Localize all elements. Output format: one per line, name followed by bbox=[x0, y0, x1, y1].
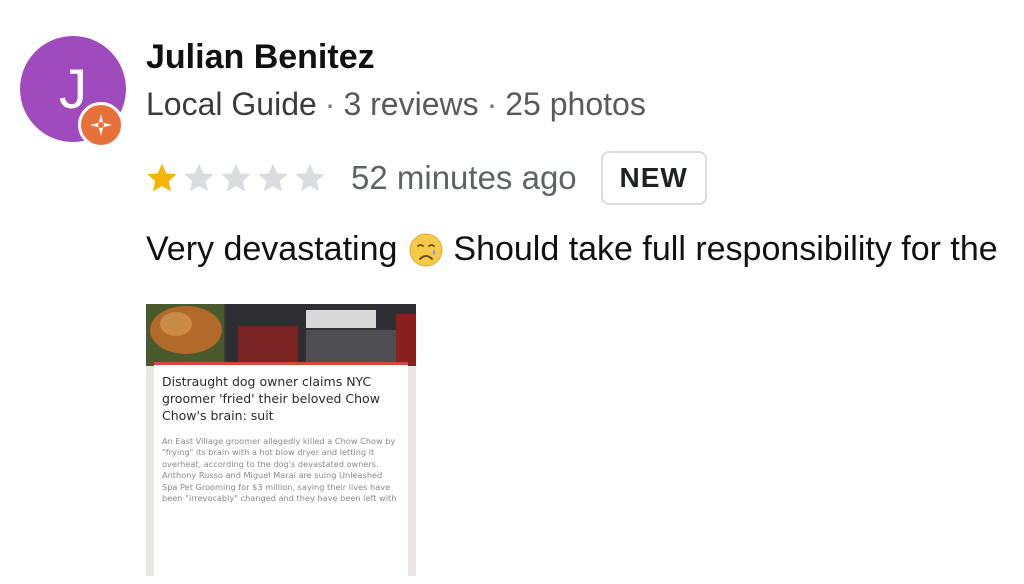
star-empty-icon bbox=[258, 163, 288, 192]
photo-scene-image bbox=[146, 304, 416, 366]
reviewer-meta: Local Guide · 3 reviews · 25 photos bbox=[146, 86, 646, 123]
review-count: 3 reviews bbox=[343, 86, 479, 122]
review-card: J Julian Benitez Local Guide · 3 reviews · 2… bbox=[0, 0, 1024, 584]
crying-face-icon bbox=[409, 233, 443, 266]
review-text: Very devastating Should take full respon… bbox=[146, 230, 998, 269]
new-badge: NEW bbox=[600, 151, 707, 205]
star-burst-icon bbox=[90, 114, 112, 136]
review-photo[interactable]: Distraught dog owner claims NYC groomer … bbox=[146, 304, 416, 576]
review-text-part-2: Should take full responsibility for the bbox=[453, 230, 998, 268]
article-headline: Distraught dog owner claims NYC groomer … bbox=[162, 374, 380, 423]
review-timestamp: 52 minutes ago bbox=[351, 159, 577, 196]
photo-count: 25 photos bbox=[505, 86, 646, 122]
meta-separator: · bbox=[324, 86, 336, 122]
star-empty-icon bbox=[184, 163, 214, 192]
rating-row: 52 minutes ago NEW bbox=[144, 150, 707, 206]
local-guide-label: Local Guide bbox=[146, 86, 317, 122]
star-empty-icon bbox=[221, 163, 251, 192]
star-rating bbox=[144, 160, 329, 196]
reviewer-name[interactable]: Julian Benitez bbox=[146, 38, 375, 77]
meta-separator: · bbox=[486, 86, 498, 122]
review-text-part-1: Very devastating bbox=[146, 230, 398, 268]
star-empty-icon bbox=[295, 163, 325, 192]
star-filled-icon bbox=[147, 163, 177, 192]
article-card: Distraught dog owner claims NYC groomer … bbox=[154, 362, 408, 576]
article-body: An East Village groomer allegedly killed… bbox=[162, 436, 397, 504]
local-guide-badge-icon bbox=[78, 102, 124, 148]
